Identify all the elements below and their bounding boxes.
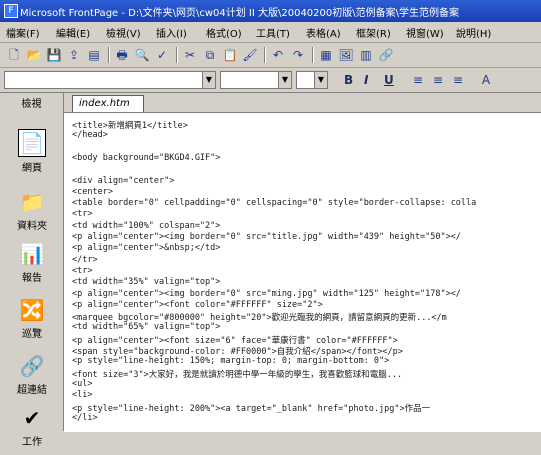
menu-frames[interactable]: 框架(R)	[356, 25, 391, 40]
toolbar-separator	[176, 47, 178, 63]
format-painter-icon[interactable]: 🖌	[242, 47, 258, 63]
code-line: <p align="center"><img border="0" src="m…	[72, 288, 461, 299]
hyperlinks-icon: 🔗	[19, 354, 45, 378]
save-icon[interactable]: 💾	[46, 47, 62, 63]
code-line: <marquee bgcolor="#800000" height="20">歡…	[72, 313, 447, 324]
menu-help[interactable]: 說明(H)	[456, 25, 491, 40]
preview-icon[interactable]: 🔍	[134, 47, 150, 63]
code-line: <center>	[72, 186, 113, 197]
align-center-icon[interactable]: ≡	[430, 72, 446, 88]
style-dropdown[interactable]: ▼	[4, 71, 216, 89]
code-line: </head>	[72, 130, 108, 141]
reports-icon: 📊	[19, 242, 45, 266]
code-line: </li>	[72, 412, 98, 423]
formatting-toolbar: ▼ ▼ ▼ B I U ≡ ≡ ≡ A	[0, 68, 541, 93]
code-line: <p style="line-height: 200%"><a target="…	[72, 403, 431, 414]
code-line: <p align="center"><font size="6" face="華…	[72, 335, 398, 346]
menu-window[interactable]: 視窗(W)	[406, 25, 444, 40]
chevron-down-icon[interactable]: ▼	[314, 72, 327, 88]
title-bar: F Microsoft FrontPage - D:\文件夹\网页\cw04计划…	[0, 0, 541, 22]
italic-button[interactable]: I	[364, 73, 368, 87]
code-line: <p align="center"><img border="0" src="t…	[72, 232, 461, 242]
menu-insert[interactable]: 插入(I)	[156, 25, 187, 40]
views-bar: 檢視 📄 網頁 📁 資料夾 📊 報告 🔀 巡覽 🔗 超連結 ✔ 工作	[0, 93, 64, 448]
table-icon[interactable]: ▦	[318, 47, 334, 63]
code-line: <p style="line-height: 150%; margin-top:…	[72, 356, 390, 367]
menu-format[interactable]: 格式(O)	[206, 25, 242, 40]
menu-bar: 檔案(F) 編輯(E) 檢視(V) 插入(I) 格式(O) 工具(T) 表格(A…	[0, 22, 541, 43]
view-label: 巡覽	[22, 329, 42, 340]
menu-edit[interactable]: 編輯(E)	[56, 25, 90, 40]
code-line: <body background="BKGD4.GIF">	[72, 152, 221, 163]
document-tabs: index.htm	[64, 93, 541, 112]
new-icon[interactable]: 🗋	[6, 47, 22, 63]
code-line: <title>新增網頁1</title>	[72, 121, 188, 131]
standard-toolbar: 🗋 📂 💾 ⇪ ▤ 🖶 🔍 ✓ ✂ ⧉ 📋 🖌 ↶ ↷ ▦ 🖼 ▥ 🔗	[0, 43, 541, 68]
view-label: 超連結	[17, 385, 47, 396]
code-line: <p align="center">&nbsp;</td>	[72, 243, 221, 254]
align-left-icon[interactable]: ≡	[410, 72, 426, 88]
code-line: <font size="3">大家好，我是就讀於明德中學一年級的學生，我喜歡籃球…	[72, 369, 403, 380]
view-label: 工作	[22, 437, 42, 448]
tasks-icon: ✔	[23, 406, 41, 430]
paste-icon[interactable]: 📋	[222, 47, 238, 63]
view-folders[interactable]: 📁 資料夾	[4, 189, 60, 239]
tab-index-htm[interactable]: index.htm	[72, 95, 144, 112]
underline-button[interactable]: U	[384, 73, 394, 87]
view-tasks[interactable]: ✔ 工作	[4, 405, 60, 455]
hyperlink-icon[interactable]: 🔗	[378, 47, 394, 63]
folder-icon: 📁	[19, 190, 45, 214]
code-line: <ul>	[72, 378, 93, 389]
cut-icon[interactable]: ✂	[182, 47, 198, 63]
undo-icon[interactable]: ↶	[270, 47, 286, 63]
toolbar-separator	[264, 47, 266, 63]
image-icon[interactable]: 🖼	[338, 47, 354, 63]
code-line: <td width="35%" valign="top">	[72, 277, 221, 288]
code-line: <tr>	[72, 265, 93, 276]
view-page[interactable]: 📄 網頁	[4, 129, 60, 179]
page-icon: 📄	[18, 129, 46, 157]
copy-icon[interactable]: ⧉	[202, 47, 218, 63]
view-label: 網頁	[22, 163, 42, 174]
chevron-down-icon[interactable]: ▼	[278, 72, 291, 88]
view-navigation[interactable]: 🔀 巡覽	[4, 297, 60, 347]
menu-view[interactable]: 檢視(V)	[106, 25, 141, 40]
font-size-increase-icon[interactable]: A	[478, 72, 494, 88]
view-reports[interactable]: 📊 報告	[4, 241, 60, 291]
code-line: <p align="center"><font color="#FFFFFF" …	[72, 299, 323, 310]
menu-table[interactable]: 表格(A)	[306, 25, 341, 40]
navigation-icon: 🔀	[19, 298, 45, 322]
bold-button[interactable]: B	[344, 73, 353, 87]
html-code-editor[interactable]: <title>新增網頁1</title> </head> <body backgro…	[64, 112, 541, 432]
folder-icon[interactable]: ▤	[86, 47, 102, 63]
view-hyperlinks[interactable]: 🔗 超連結	[4, 353, 60, 403]
code-line: <div align="center">	[72, 175, 175, 186]
code-line: <td width="100%" colspan="2">	[72, 220, 221, 231]
window-title: Microsoft FrontPage - D:\文件夹\网页\cw04计划 I…	[20, 8, 459, 19]
redo-icon[interactable]: ↷	[290, 47, 306, 63]
code-line: <tr>	[72, 209, 93, 220]
toolbar-separator	[312, 47, 314, 63]
code-line: <td width="65%" valign="top">	[72, 322, 221, 333]
views-bar-title: 檢視	[21, 99, 42, 110]
align-right-icon[interactable]: ≡	[450, 72, 466, 88]
font-dropdown[interactable]: ▼	[220, 71, 292, 89]
publish-icon[interactable]: ⇪	[66, 47, 82, 63]
toolbar-separator	[108, 47, 110, 63]
menu-tools[interactable]: 工具(T)	[256, 25, 290, 40]
open-icon[interactable]: 📂	[26, 47, 42, 63]
view-label: 報告	[22, 273, 42, 284]
frontpage-app-icon: F	[4, 4, 18, 18]
chevron-down-icon[interactable]: ▼	[202, 72, 215, 88]
size-dropdown[interactable]: ▼	[296, 71, 328, 89]
chart-icon[interactable]: ▥	[358, 47, 374, 63]
code-line: <table border="0" cellpadding="0" cellsp…	[72, 198, 477, 209]
print-icon[interactable]: 🖶	[114, 47, 130, 63]
code-line: <span style="background-color: #FF0000">…	[72, 347, 403, 357]
code-line: <li>	[72, 390, 93, 401]
spell-icon[interactable]: ✓	[154, 47, 170, 63]
code-line: </tr>	[72, 254, 98, 265]
menu-file[interactable]: 檔案(F)	[6, 25, 40, 40]
view-label: 資料夾	[17, 221, 47, 232]
